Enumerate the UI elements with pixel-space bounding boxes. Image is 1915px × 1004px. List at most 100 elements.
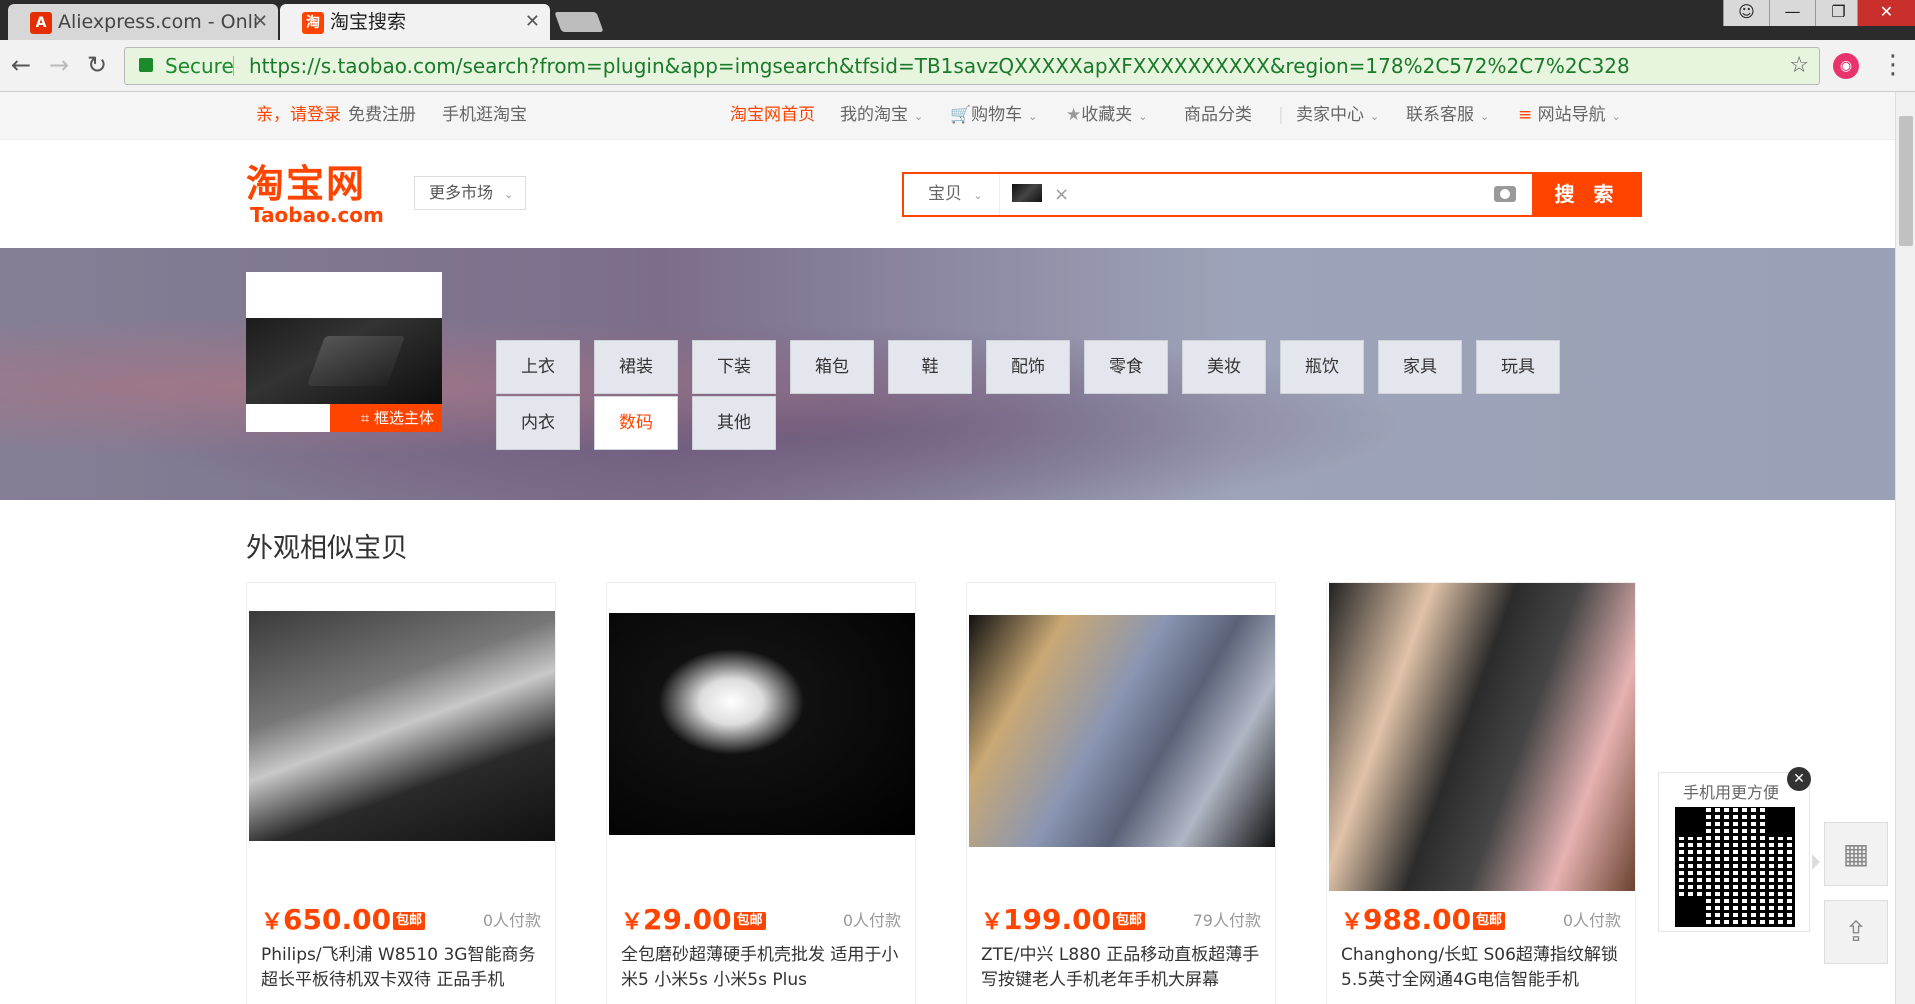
page-content: 亲，请登录 免费注册 手机逛淘宝 淘宝网首页 我的淘宝 ⌄ 🛒购物车 ⌄ ★收藏夹 ⌄…: [0, 92, 1895, 1004]
minimize-button[interactable]: —: [1769, 0, 1815, 26]
panel-pointer: [1812, 854, 1820, 870]
bookmark-star-icon[interactable]: ☆: [1789, 48, 1809, 84]
category-button[interactable]: 其他: [692, 396, 776, 450]
seller-center-label: 卖家中心: [1296, 105, 1364, 125]
crop-label: 框选主体: [373, 409, 434, 427]
product-card[interactable]: ￥199.00 包邮 79人付款 ZTE/中兴 L880 正品移动直板超薄手写按键…: [966, 582, 1276, 1004]
login-link[interactable]: 亲，请登录: [256, 92, 341, 138]
taobao-logo[interactable]: 淘宝网 Taobao.com: [246, 162, 396, 227]
home-link[interactable]: 淘宝网首页: [730, 92, 815, 138]
category-button[interactable]: 上衣: [496, 340, 580, 394]
site-nav-menu[interactable]: ≡ 网站导航 ⌄: [1518, 92, 1621, 140]
category-button[interactable]: 内衣: [496, 396, 580, 450]
seller-center-menu[interactable]: 卖家中心 ⌄: [1296, 92, 1379, 140]
category-button[interactable]: 鞋: [888, 340, 972, 394]
list-icon: ≡: [1518, 105, 1538, 125]
category-button[interactable]: 裙装: [594, 340, 678, 394]
categories-link[interactable]: 商品分类: [1184, 92, 1252, 138]
search-bar: 宝贝 ⌄ × 搜 索: [902, 172, 1642, 217]
close-window-button[interactable]: ✕: [1857, 0, 1915, 26]
qr-caption: 手机用更方便: [1683, 783, 1780, 802]
category-button[interactable]: 美妆: [1182, 340, 1266, 394]
crop-subject-button[interactable]: ⌗ 框选主体: [330, 404, 442, 432]
mobile-link[interactable]: 手机逛淘宝: [442, 92, 527, 138]
product-image[interactable]: [1329, 583, 1635, 891]
tab-aliexpress[interactable]: A Aliexpress.com - Onli ✕: [8, 4, 278, 40]
customer-service-menu[interactable]: 联系客服 ⌄: [1406, 92, 1489, 140]
taobao-icon: 淘: [302, 12, 324, 34]
share-icon[interactable]: ⇪: [1824, 900, 1888, 964]
search-button[interactable]: 搜 索: [1532, 172, 1642, 217]
qr-code-panel: 手机用更方便 ✕: [1658, 767, 1811, 932]
tab-taobao[interactable]: 淘 淘宝搜索 ✕: [280, 4, 550, 40]
close-icon[interactable]: ✕: [1787, 767, 1811, 791]
category-button[interactable]: 玩具: [1476, 340, 1560, 394]
paid-count: 79人付款: [1192, 911, 1261, 930]
uploaded-image-panel: ⌗ 框选主体: [246, 272, 442, 432]
address-bar[interactable]: Secure https://s.taobao.com/search?from=…: [124, 47, 1820, 85]
remove-image-icon[interactable]: ×: [1054, 174, 1069, 215]
scrollbar-thumb[interactable]: [1899, 116, 1913, 246]
camera-extension-icon[interactable]: ◉: [1833, 53, 1859, 79]
secure-label: Secure: [165, 54, 234, 78]
divider: [233, 56, 234, 76]
camera-icon[interactable]: [1494, 186, 1516, 202]
product-card[interactable]: ￥650.00 包邮 0人付款 Philips/飞利浦 W8510 3G智能商务超…: [246, 582, 556, 1004]
back-icon[interactable]: ←: [6, 50, 36, 80]
tab-label: 淘宝搜索: [330, 11, 407, 33]
customer-service-label: 联系客服: [1406, 105, 1474, 125]
product-card[interactable]: ￥988.00 包邮 0人付款 Changhong/长虹 S06超薄指纹解锁5.5…: [1326, 582, 1636, 1004]
category-button-active[interactable]: 数码: [594, 396, 678, 450]
product-price: ￥650.00 包邮: [261, 903, 426, 936]
close-tab-icon[interactable]: ✕: [525, 4, 540, 40]
search-type-dropdown[interactable]: 宝贝 ⌄: [904, 174, 1000, 215]
favorites-label: 收藏夹: [1081, 105, 1133, 125]
product-title[interactable]: ZTE/中兴 L880 正品移动直板超薄手写按键老人手机老年手机大屏幕: [981, 943, 1265, 993]
product-image[interactable]: [249, 611, 555, 841]
chevron-down-icon: ⌄: [504, 188, 514, 201]
product-title[interactable]: Philips/飞利浦 W8510 3G智能商务超长平板待机双卡双待 正品手机: [261, 943, 545, 993]
aliexpress-icon: A: [30, 12, 52, 34]
price-value: 650.00: [283, 903, 392, 936]
product-price: ￥199.00 包邮: [981, 903, 1146, 936]
currency: ￥: [981, 910, 1004, 935]
maximize-button[interactable]: ❐: [1815, 0, 1861, 26]
category-button[interactable]: 下装: [692, 340, 776, 394]
new-tab-button[interactable]: [554, 12, 604, 32]
product-title[interactable]: 全包磨砂超薄硬手机壳批发 适用于小米5 小米5s 小米5s Plus: [621, 943, 905, 993]
category-button[interactable]: 家具: [1378, 340, 1462, 394]
category-button[interactable]: 箱包: [790, 340, 874, 394]
register-link[interactable]: 免费注册: [348, 92, 416, 138]
free-shipping-badge: 包邮: [393, 912, 426, 930]
currency: ￥: [621, 910, 644, 935]
section-title: 外观相似宝贝: [246, 533, 408, 564]
favorites-menu[interactable]: ★收藏夹 ⌄: [1066, 92, 1147, 140]
cart-icon: 🛒: [950, 105, 972, 125]
image-search-banner: ⌗ 框选主体 上衣 裙装 下装 箱包 鞋 配饰 零食 美妆 瓶饮 家具 玩具 内…: [0, 248, 1895, 500]
forward-icon[interactable]: →: [44, 50, 74, 80]
chrome-menu-icon[interactable]: ⋮: [1880, 50, 1906, 80]
close-tab-icon[interactable]: ✕: [253, 4, 268, 40]
browser-tab-strip: A Aliexpress.com - Onli ✕ 淘 淘宝搜索 ✕ ☺ — ❐…: [0, 0, 1915, 40]
reload-icon[interactable]: ↻: [82, 50, 112, 80]
product-card[interactable]: ￥29.00 包邮 0人付款 全包磨砂超薄硬手机壳批发 适用于小米5 小米5s 小…: [606, 582, 916, 1004]
search-type-label: 宝贝: [928, 184, 962, 204]
url-text[interactable]: https://s.taobao.com/search?from=plugin&…: [249, 48, 1630, 84]
qr-code-icon[interactable]: ▦: [1824, 822, 1888, 886]
product-image[interactable]: [969, 615, 1275, 847]
active-indicator-arrow: [627, 426, 645, 435]
more-market-dropdown[interactable]: 更多市场 ⌄: [414, 176, 526, 210]
logo-en: Taobao.com: [250, 203, 384, 227]
my-taobao-menu[interactable]: 我的淘宝 ⌄: [840, 92, 923, 140]
category-button[interactable]: 配饰: [986, 340, 1070, 394]
divider: |: [1278, 105, 1284, 125]
product-image[interactable]: [609, 613, 915, 835]
product-title[interactable]: Changhong/长虹 S06超薄指纹解锁5.5英寸全网通4G电信智能手机: [1341, 943, 1625, 993]
site-top-nav: 亲，请登录 免费注册 手机逛淘宝 淘宝网首页 我的淘宝 ⌄ 🛒购物车 ⌄ ★收藏夹 ⌄…: [0, 92, 1895, 140]
category-button[interactable]: 零食: [1084, 340, 1168, 394]
cart-menu[interactable]: 🛒购物车 ⌄: [950, 92, 1037, 140]
category-button[interactable]: 瓶饮: [1280, 340, 1364, 394]
product-price: ￥29.00 包邮: [621, 903, 766, 936]
user-icon[interactable]: ☺: [1723, 0, 1769, 26]
vertical-scrollbar[interactable]: [1895, 92, 1915, 1004]
